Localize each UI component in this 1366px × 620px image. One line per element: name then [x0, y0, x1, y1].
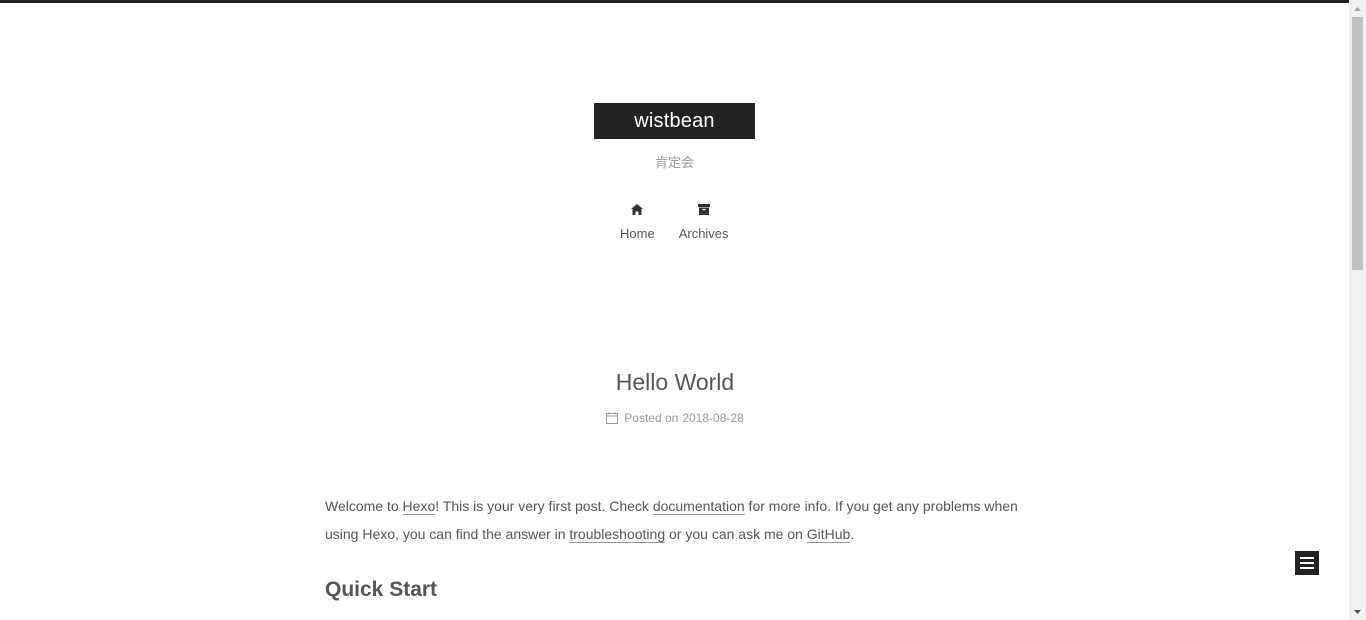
section-heading-quick-start: Quick Start [325, 578, 438, 601]
home-icon [631, 198, 644, 220]
scroll-down-icon[interactable] [1349, 603, 1366, 620]
link-troubleshooting[interactable]: troubleshooting [569, 526, 666, 543]
nav-label-archives: Archives [678, 226, 729, 241]
scroll-thumb[interactable] [1352, 17, 1363, 270]
link-hexo[interactable]: Hexo [402, 498, 436, 515]
link-documentation[interactable]: documentation [652, 498, 745, 515]
link-github[interactable]: GitHub [806, 526, 851, 543]
body-text: Welcome to [325, 498, 403, 514]
nav-label-home: Home [620, 226, 655, 241]
post-paragraph: Welcome to Hexo! This is your very first… [325, 492, 1025, 548]
archive-icon [697, 198, 710, 220]
site-title[interactable]: wistbean [594, 103, 755, 139]
calendar-icon [606, 412, 619, 424]
body-text: or you can ask me on [665, 526, 807, 542]
top-accent-bar [0, 0, 1349, 3]
main-nav: Home Archives [608, 198, 741, 241]
post-title[interactable]: Hello World [325, 369, 1025, 396]
site-subtitle: 肯定会 [654, 155, 694, 170]
post-meta: Posted on 2018-08-28 [325, 411, 1025, 425]
nav-item-home[interactable]: Home [620, 198, 655, 241]
vertical-scrollbar[interactable] [1349, 0, 1366, 620]
sidebar-toggle-button[interactable] [1295, 551, 1319, 575]
menu-icon-bar [1300, 567, 1314, 569]
page: wistbean 肯定会 Home Archives Hello World P… [0, 0, 1366, 620]
post-meta-label: Posted on [624, 411, 679, 425]
menu-icon-bar [1300, 557, 1314, 559]
nav-item-archives[interactable]: Archives [679, 198, 729, 241]
post-body: Welcome to Hexo! This is your very first… [325, 492, 1025, 548]
scroll-up-icon[interactable] [1349, 0, 1366, 17]
body-text: . [850, 526, 855, 542]
post-date: 2018-08-28 [682, 411, 744, 425]
menu-icon-bar [1300, 562, 1314, 564]
body-text: ! This is your very first post. Check [435, 498, 653, 514]
